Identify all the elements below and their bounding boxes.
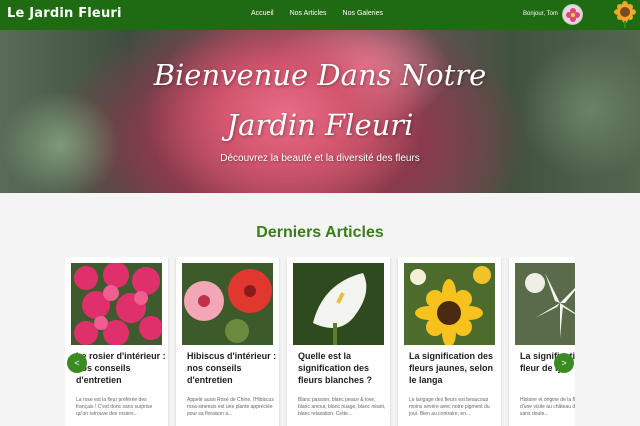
- article-image-sunflower: [404, 263, 495, 345]
- flower-avatar-icon: [565, 7, 580, 22]
- hero-title-line2: Jardin Fleuri: [226, 108, 414, 142]
- article-card[interactable]: Le rosier d'intérieur : nos conseils d'e…: [65, 257, 168, 426]
- nav-link-accueil[interactable]: Accueil: [251, 10, 274, 17]
- user-greeting: Bonjour, Tom: [523, 11, 558, 17]
- top-navbar: Le Jardin Fleuri Accueil Nos Articles No…: [0, 0, 640, 30]
- article-card[interactable]: La signification de la fleur de lys Hist…: [509, 257, 575, 426]
- article-excerpt: Histoire et origine de la fleur de lys L…: [520, 397, 575, 417]
- article-image-lily: [515, 263, 575, 345]
- article-excerpt: La rose est la fleur préférée des frança…: [76, 397, 153, 417]
- article-excerpt: Appelé aussi Rosé de Chine, l'Hibiscus r…: [187, 397, 274, 417]
- section-title: Derniers Articles: [256, 224, 384, 241]
- article-title[interactable]: La signification des fleurs jaunes, selo…: [409, 350, 499, 386]
- article-title[interactable]: Le rosier d'intérieur : nos conseils d'e…: [76, 350, 166, 386]
- article-image-calla-lily: [293, 263, 384, 345]
- brand-logo-text[interactable]: Le Jardin Fleuri: [7, 6, 122, 21]
- article-image-pink-flowers: [71, 263, 162, 345]
- article-card[interactable]: Hibiscus d'intérieur : nos conseils d'en…: [176, 257, 279, 426]
- hero-banner: Bienvenue Dans Notre Jardin Fleuri Décou…: [0, 30, 640, 193]
- user-avatar[interactable]: [562, 4, 583, 25]
- article-title[interactable]: Quelle est la signification des fleurs b…: [298, 350, 388, 386]
- carousel-prev-button[interactable]: <: [67, 353, 87, 373]
- nav-link-galeries[interactable]: Nos Galeries: [343, 10, 383, 17]
- nav-links: Accueil Nos Articles Nos Galeries: [251, 10, 399, 17]
- carousel-next-button[interactable]: >: [554, 353, 574, 373]
- article-title[interactable]: Hibiscus d'intérieur : nos conseils d'en…: [187, 350, 277, 386]
- article-card[interactable]: La signification des fleurs jaunes, selo…: [398, 257, 501, 426]
- article-image-hibiscus: [182, 263, 273, 345]
- hero-subtitle: Découvrez la beauté et la diversité des …: [220, 153, 420, 164]
- hero-title-line1: Bienvenue Dans Notre: [153, 58, 487, 92]
- articles-carousel: Le rosier d'intérieur : nos conseils d'e…: [65, 257, 575, 426]
- article-excerpt: Blanc passion, blanc peace & love, blanc…: [298, 397, 386, 417]
- article-card[interactable]: Quelle est la signification des fleurs b…: [287, 257, 390, 426]
- article-excerpt: Le langage des fleurs est beaucoup moins…: [409, 397, 490, 417]
- nav-link-articles[interactable]: Nos Articles: [290, 10, 327, 17]
- sunflower-logo-icon[interactable]: [612, 1, 638, 28]
